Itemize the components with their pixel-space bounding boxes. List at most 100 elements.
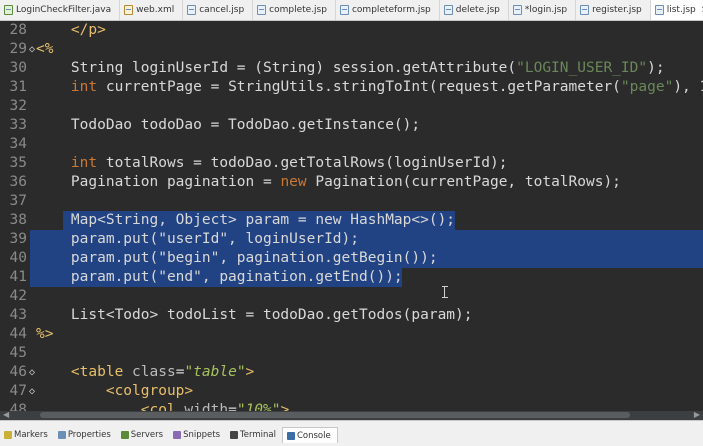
- line-number: 28: [9, 22, 27, 38]
- jsp-file-icon: [512, 5, 522, 15]
- line-number: 29: [9, 41, 27, 57]
- tab-label: list.jsp: [666, 5, 696, 15]
- code-text: param.put("userId", loginUserId);: [36, 231, 360, 247]
- code-line[interactable]: 32: [0, 97, 703, 116]
- editor-tab-register-jsp[interactable]: register.jsp: [576, 0, 651, 20]
- code-text: String loginUserId = (String) session.ge…: [36, 60, 665, 76]
- java-file-icon: [4, 5, 13, 15]
- scrollbar-thumb[interactable]: [40, 412, 630, 418]
- console-icon: [286, 431, 295, 440]
- line-number: 47: [9, 383, 27, 399]
- editor-tab-web-xml[interactable]: web.xml: [120, 0, 184, 20]
- line-number: 33: [9, 117, 27, 133]
- tab-label: completeform.jsp: [351, 5, 431, 15]
- editor-tab-complete-jsp[interactable]: complete.jsp: [253, 0, 336, 20]
- code-line[interactable]: 48 <col width="10%">: [0, 401, 703, 411]
- code-line[interactable]: 42: [0, 287, 703, 306]
- tab-label: web.xml: [136, 5, 175, 15]
- editor-tab-delete-jsp[interactable]: delete.jsp: [440, 0, 509, 20]
- line-number: 32: [9, 98, 27, 114]
- view-tabs: Markers Properties Servers Snippets Terminal…: [0, 427, 338, 443]
- view-tab-markers[interactable]: Markers: [0, 427, 54, 443]
- line-number: 45: [9, 345, 27, 361]
- view-label: Terminal: [240, 430, 276, 440]
- line-number: 41: [9, 269, 27, 285]
- code-editor[interactable]: 28 </p> 29 ◇ <% 30 String loginUserId = (Str…: [0, 21, 703, 411]
- line-number: 40: [9, 250, 27, 266]
- line-number: 31: [9, 79, 27, 95]
- code-line[interactable]: 28 </p>: [0, 21, 703, 40]
- snippets-icon: [173, 431, 182, 439]
- line-number: 39: [9, 231, 27, 247]
- scroll-left-icon[interactable]: ◀: [3, 410, 9, 419]
- code-line[interactable]: 37: [0, 192, 703, 211]
- editor-tab-logincheckfilter-java[interactable]: LoginCheckFilter.java: [0, 0, 121, 20]
- line-number: 30: [9, 60, 27, 76]
- view-label: Console: [296, 430, 331, 441]
- editor-tab--login-jsp[interactable]: *login.jsp: [509, 0, 577, 20]
- tab-label: cancel.jsp: [199, 5, 245, 15]
- code-line[interactable]: 38 Map<String, Object> param = new HashM…: [0, 211, 703, 230]
- code-line[interactable]: 40 param.put("begin", pagination.getBegi…: [0, 249, 703, 268]
- fold-marker-icon[interactable]: ◇: [29, 40, 35, 59]
- view-tab-console[interactable]: Console: [281, 427, 338, 443]
- scroll-right-icon[interactable]: ▶: [694, 410, 700, 419]
- view-tab-terminal[interactable]: Terminal: [226, 427, 282, 443]
- view-tab-servers[interactable]: Servers: [117, 427, 169, 443]
- horizontal-scrollbar[interactable]: ◀ ▶: [0, 410, 703, 420]
- view-label: Servers: [130, 430, 164, 440]
- jsp-file-icon: [580, 5, 590, 15]
- mouse-ibeam-cursor: [442, 286, 450, 298]
- line-number: 44: [9, 326, 27, 342]
- code-line[interactable]: 36 Pagination pagination = new Paginatio…: [0, 173, 703, 192]
- jsp-file-icon: [654, 5, 664, 15]
- view-label: Snippets: [183, 430, 221, 440]
- jsp-file-icon: [339, 5, 349, 15]
- code-text: List<Todo> todoList = todoDao.getTodos(p…: [36, 307, 473, 323]
- editor-tab-list-jsp[interactable]: list.jsp×: [650, 0, 703, 20]
- fold-marker-icon[interactable]: ◇: [29, 363, 35, 382]
- servers-icon: [120, 431, 129, 439]
- code-text: <table class="table">: [70, 364, 255, 380]
- editor-tab-completeform-jsp[interactable]: completeform.jsp: [336, 0, 440, 20]
- tab-label: LoginCheckFilter.java: [16, 5, 112, 15]
- tab-label: register.jsp: [592, 5, 642, 15]
- code-line[interactable]: 47 ◇ <colgroup>: [0, 382, 703, 401]
- view-tab-properties[interactable]: Properties: [54, 427, 117, 443]
- jsp-file-icon: [443, 5, 453, 15]
- line-number: 42: [9, 288, 27, 304]
- line-number: 37: [9, 193, 27, 209]
- editor-tab-bar: LoginCheckFilter.java web.xml cancel.jsp co…: [0, 0, 703, 21]
- code-line[interactable]: 35 int totalRows = todoDao.getTotalRows(…: [0, 154, 703, 173]
- tab-label: complete.jsp: [269, 5, 327, 15]
- view-tab-snippets[interactable]: Snippets: [169, 427, 226, 443]
- code-line[interactable]: 43 List<Todo> todoList = todoDao.getTodo…: [0, 306, 703, 325]
- code-line[interactable]: 44 %>: [0, 325, 703, 344]
- code-line[interactable]: 30 String loginUserId = (String) session…: [0, 59, 703, 78]
- code-text: int currentPage = StringUtils.stringToIn…: [70, 79, 703, 95]
- fold-marker-icon[interactable]: ◇: [29, 382, 35, 401]
- code-line[interactable]: 34: [0, 135, 703, 154]
- bottom-views-bar: Markers Properties Servers Snippets Terminal…: [0, 420, 703, 446]
- code-line[interactable]: 46 ◇ <table class="table">: [0, 363, 703, 382]
- tab-label: *login.jsp: [524, 5, 568, 15]
- editor-tab-cancel-jsp[interactable]: cancel.jsp: [183, 0, 254, 20]
- code-text: int totalRows = todoDao.getTotalRows(log…: [70, 155, 508, 171]
- view-label: Properties: [67, 430, 111, 440]
- code-text: param.put("begin", pagination.getBegin()…: [36, 250, 438, 266]
- code-line[interactable]: 31 int currentPage = StringUtils.stringT…: [0, 78, 703, 97]
- code-line[interactable]: 33 TodoDao todoDao = TodoDao.getInstance…: [0, 116, 703, 135]
- code-line[interactable]: 45: [0, 344, 703, 363]
- code-line[interactable]: 41 param.put("end", pagination.getEnd())…: [0, 268, 703, 287]
- code-text: Pagination pagination = new Pagination(c…: [36, 174, 621, 190]
- line-number: 43: [9, 307, 27, 323]
- code-line[interactable]: 29 ◇ <%: [0, 40, 703, 59]
- code-line[interactable]: 39 param.put("userId", loginUserId);: [0, 230, 703, 249]
- code-text: <colgroup>: [105, 383, 194, 399]
- markers-icon: [4, 431, 12, 439]
- code-text: TodoDao todoDao = TodoDao.getInstance();: [36, 117, 421, 133]
- line-number: 35: [9, 155, 27, 171]
- line-number: 36: [9, 174, 27, 190]
- xml-file-icon: [124, 5, 134, 15]
- code-text: <%: [36, 41, 54, 57]
